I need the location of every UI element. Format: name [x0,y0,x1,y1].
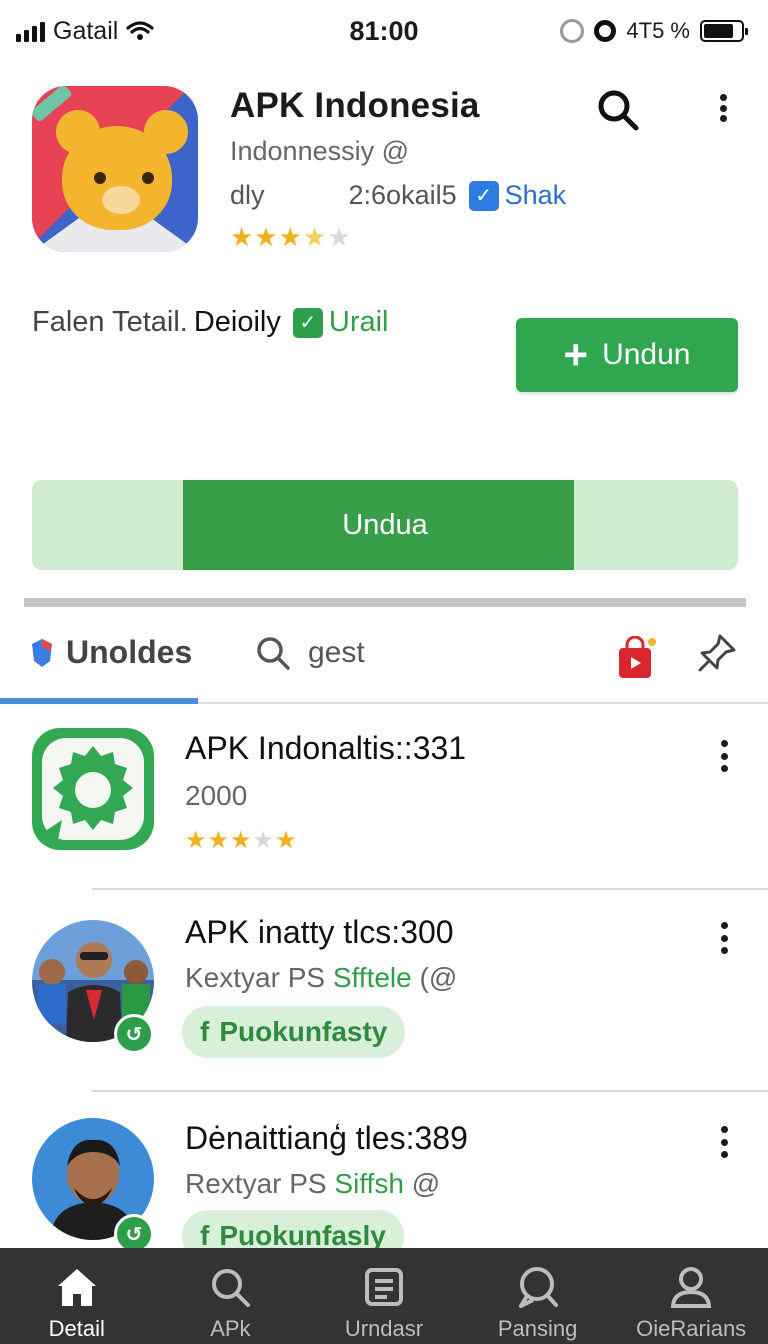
description-value: Deioily [193,306,281,338]
dnd-icon [594,20,617,42]
row-divider [92,888,768,890]
list-item-sub-highlight: Sfftele [332,962,412,993]
meta-tag[interactable]: Shak [505,180,567,211]
chat-icon [518,1267,558,1308]
status-left: Gatail [16,17,154,46]
app-icon [32,86,198,252]
app-developer[interactable]: Indonnessiy @ [230,136,409,167]
meta-left: dly [230,180,265,210]
row-divider [92,1090,768,1092]
plus-icon: + [563,331,589,378]
search-icon [212,1269,251,1307]
nav-pansing[interactable]: Pansing [461,1248,615,1344]
more-options-icon[interactable] [712,738,736,774]
list-item-sub-prefix: Rextyar PS [185,1168,335,1199]
person-icon [671,1267,712,1308]
app-meta-row: dly 2:6okail5 ✓ Shak [230,180,566,211]
document-icon [364,1268,403,1306]
list-item-icon[interactable] [32,728,154,850]
gear-icon [42,738,144,840]
status-right: 4T5 % [560,18,748,44]
nav-label: OieRarians [636,1316,747,1341]
list-item-title[interactable]: APK Indonaltis::331 [185,730,466,767]
list-item-sub-suffix: (@ [411,962,458,993]
install-button-label: Undun [602,338,691,371]
category-chip[interactable]: f Puokunfasty [182,1006,406,1058]
shopping-bag-icon[interactable] [616,636,656,680]
description-label: Falen Tetail. [32,306,188,338]
status-bar: Gatail 81:00 4T5 % [0,0,768,62]
more-options-icon[interactable] [712,1124,736,1160]
battery-icon [700,20,748,42]
rating-stars: ★★★★★ [230,222,352,252]
tab-label: gest [308,636,365,669]
check-icon: ✓ [468,180,499,211]
tab-indicator [0,698,198,704]
list-item-title[interactable]: Dėnaittianģ tles:389 [185,1120,468,1157]
app-title: APK Indonesia [230,86,480,125]
nav-oierarians[interactable]: OieRarians [614,1248,768,1344]
chip-label: Puokunfasty [219,1016,388,1047]
facebook-icon: f [200,1016,210,1047]
nav-label: APk [210,1316,251,1341]
description-row: Falen Tetail. Deioily ✓ Urail [32,306,389,339]
list-item-sub: Kextyar PS Sfftele (@ [185,962,457,994]
tab-label: Unoldes [66,634,193,670]
nav-apk[interactable]: APk [154,1248,308,1344]
battery-text: 4T5 % [626,18,690,43]
tab-unoldes[interactable]: Unoldes [30,634,192,671]
nav-label: Urndasr [344,1316,424,1341]
nav-detail[interactable]: Detail [0,1248,154,1344]
signal-icon [16,20,45,42]
search-icon[interactable] [594,86,642,134]
search-icon [257,637,290,670]
progress-label: Undua [342,508,428,541]
nav-label: Detail [48,1316,105,1341]
carrier-label: Gatail [53,16,119,45]
shield-icon [32,638,52,667]
list-item-sub: 2000 [185,780,248,811]
pin-icon[interactable] [696,632,738,674]
nav-label: Pansing [497,1316,578,1341]
list-item-sub: Rextyar PS Siffsh @ [185,1168,440,1200]
list-item-sub-highlight: Siffsh [334,1168,404,1199]
list-item-title[interactable]: APK inatty tlcs:300 [185,914,454,951]
verified-badge-icon: ↺ [114,1014,154,1054]
install-button[interactable]: + Undun [516,318,738,392]
meta-size: 2:6okail5 [348,180,457,210]
more-options-icon[interactable] [710,88,736,128]
clock-icon [560,19,585,43]
more-options-icon[interactable] [712,920,736,956]
tab-gest[interactable]: gest [254,634,365,672]
section-divider [24,598,746,607]
check-icon: ✓ [292,307,323,338]
list-item-sub-suffix: @ [403,1168,441,1199]
bottom-nav: Detail APk Urndasr Pansing OieRarians [0,1248,768,1344]
list-item-rating: ★★★★★ [185,827,298,854]
nav-urndasr[interactable]: Urndasr [307,1248,461,1344]
wifi-icon [126,21,154,40]
description-tag[interactable]: Urail [329,306,389,339]
list-item-sub-prefix: Kextyar PS [185,962,333,993]
tab-bar: Unoldes gest [0,618,768,704]
home-icon [57,1269,96,1306]
download-progress[interactable]: Undua [32,480,738,570]
